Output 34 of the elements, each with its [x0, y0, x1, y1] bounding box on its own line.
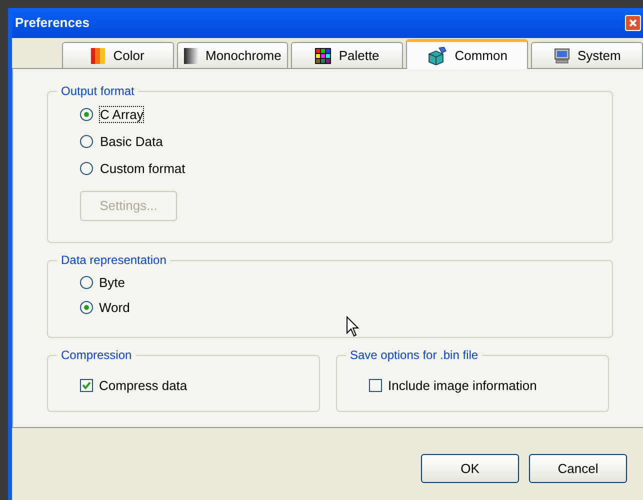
group-title: Compression [57, 347, 136, 363]
tab[interactable]: System [531, 42, 643, 68]
mouse-cursor-icon [346, 316, 360, 337]
window-title: Preferences [15, 14, 90, 32]
radio-button[interactable] [80, 108, 93, 121]
group-title: Data representation [57, 252, 170, 268]
radio-label[interactable]: Custom format [99, 160, 186, 177]
radio-label[interactable]: Word [99, 300, 130, 315]
close-button[interactable] [625, 15, 641, 31]
radio-button[interactable] [80, 162, 93, 175]
checkbox[interactable] [80, 379, 93, 392]
checkbox[interactable] [369, 379, 382, 392]
dialog-button[interactable]: OK [421, 454, 519, 483]
tab[interactable]: Color [62, 42, 174, 68]
checkbox-label[interactable]: Include image information [388, 376, 537, 396]
monitor-icon [554, 48, 570, 64]
radio-label[interactable]: C Array [99, 106, 144, 123]
group-title: Output format [57, 83, 138, 99]
dialog-button[interactable]: Cancel [529, 454, 627, 483]
checkbox-label[interactable]: Compress data [99, 376, 188, 396]
close-icon [628, 18, 638, 28]
group-title: Save options for .bin file [346, 347, 482, 363]
tab[interactable]: Monochrome [176, 42, 288, 68]
color-bars-icon [91, 48, 106, 64]
cube-icon [426, 46, 447, 64]
radio-label[interactable]: Byte [99, 275, 126, 290]
radio-label[interactable]: Basic Data [99, 133, 164, 150]
tab[interactable]: Palette [291, 42, 403, 68]
palette-grid-icon [314, 48, 331, 64]
radio-button[interactable] [80, 301, 93, 314]
tab[interactable]: Common [406, 39, 528, 69]
radio-button[interactable] [80, 276, 93, 289]
radio-button[interactable] [80, 135, 93, 148]
gradient-icon [184, 48, 198, 64]
